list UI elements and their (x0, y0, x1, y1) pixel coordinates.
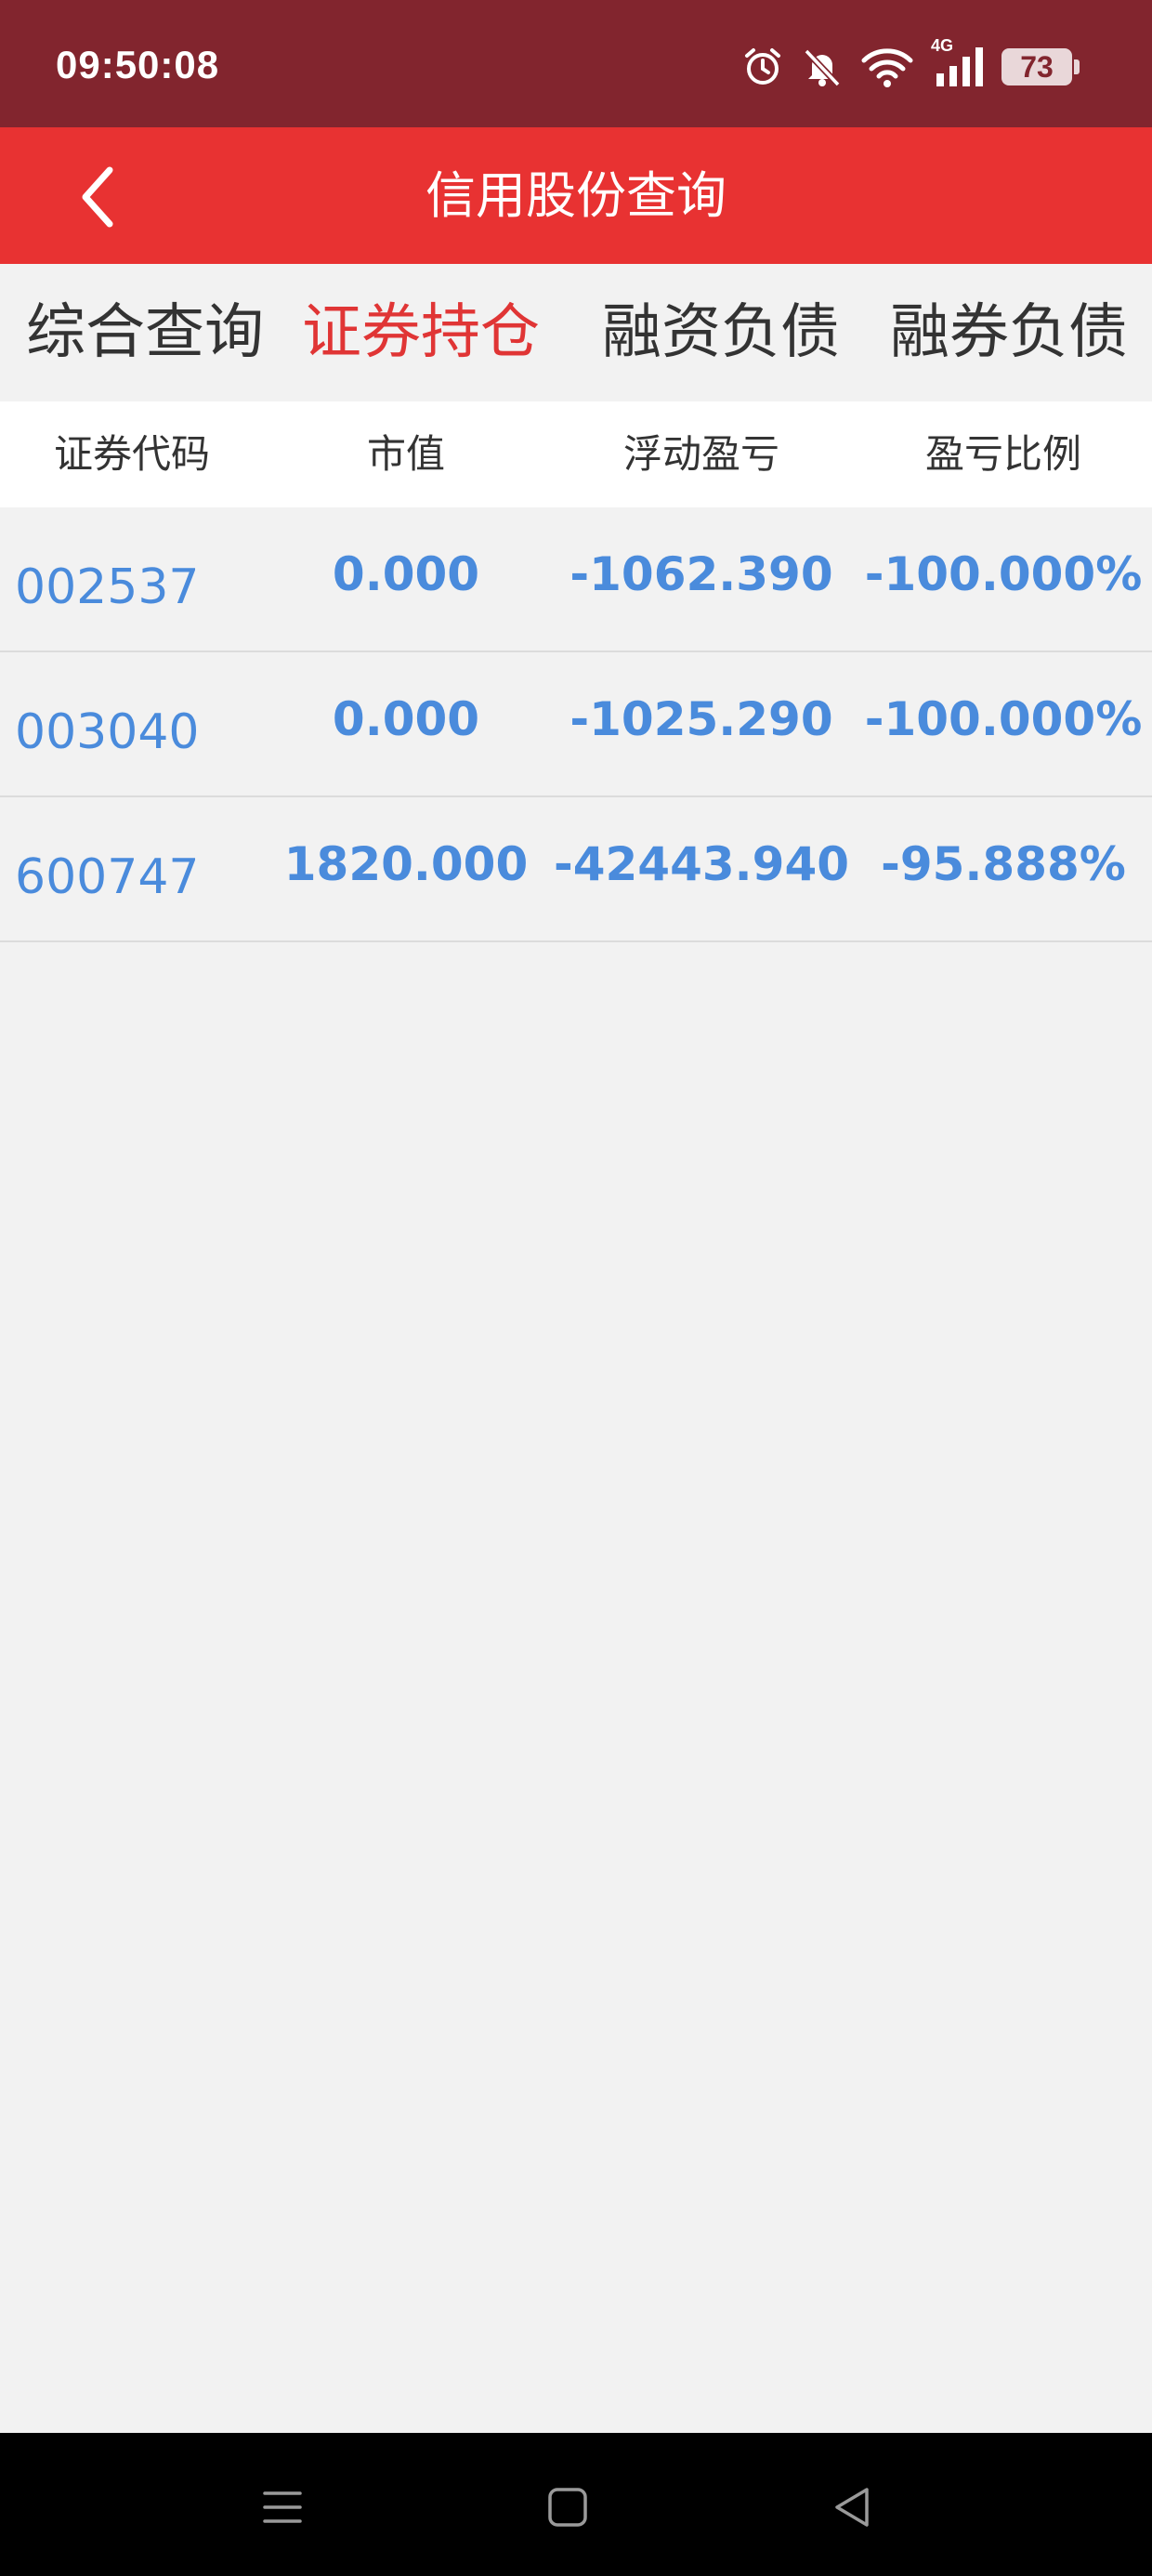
status-time: 09:50:08 (56, 43, 220, 86)
market-value: 0.000 (332, 692, 480, 746)
mute-bell-icon (801, 46, 844, 88)
menu-icon (263, 2491, 302, 2523)
home-icon (548, 2488, 587, 2527)
tab-comprehensive-query[interactable]: 综合查询 (26, 264, 264, 401)
holdings-list: 002537 0.000 -1062.390 -100.000% 003040 … (0, 507, 1152, 942)
pnl-ratio: -95.888% (881, 837, 1126, 891)
pnl-ratio: -100.000% (864, 692, 1143, 746)
battery-level: 73 (1001, 48, 1080, 85)
alarm-icon (741, 46, 784, 88)
column-header-float-pnl: 浮动盈亏 (622, 431, 779, 477)
tab-bar: 综合查询 证券持仓 融资负债 融券负债 (0, 264, 1152, 401)
page-title: 信用股份查询 (425, 166, 727, 225)
network-type: 4G (931, 36, 954, 55)
table-row[interactable]: 600747 1820.000 -42443.940 -95.888% (0, 797, 1152, 942)
security-code: 600747 (15, 849, 200, 905)
back-nav-button[interactable] (816, 2470, 890, 2544)
system-nav-bar (0, 2433, 1152, 2576)
market-value: 0.000 (332, 547, 480, 601)
market-value: 1820.000 (283, 837, 529, 891)
title-bar: 信用股份查询 (0, 127, 1152, 264)
back-button[interactable] (56, 155, 139, 239)
chevron-left-icon (82, 166, 113, 228)
recents-button[interactable] (245, 2470, 320, 2544)
float-pnl: -1025.290 (569, 692, 833, 746)
signal-icon: 4G (931, 36, 985, 88)
tab-securities-lending-debt[interactable]: 融券负债 (890, 264, 1128, 401)
security-code: 002537 (15, 559, 200, 615)
back-triangle-icon (835, 2488, 869, 2527)
table-row[interactable]: 003040 0.000 -1025.290 -100.000% (0, 652, 1152, 797)
wifi-icon (860, 46, 914, 88)
battery-icon: 73 (1001, 48, 1080, 85)
tab-securities-holdings[interactable]: 证券持仓 (302, 264, 540, 401)
column-header-pnl-ratio: 盈亏比例 (924, 431, 1081, 477)
pnl-ratio: -100.000% (864, 547, 1143, 601)
column-header-code: 证券代码 (53, 431, 210, 477)
status-icons: 4G 73 (725, 36, 1080, 93)
table-header: 证券代码 市值 浮动盈亏 盈亏比例 (0, 401, 1152, 507)
status-bar: 09:50:08 4G 73 (0, 0, 1152, 127)
tab-margin-financing-debt[interactable]: 融资负债 (602, 264, 840, 401)
security-code: 003040 (15, 704, 200, 760)
home-button[interactable] (530, 2470, 605, 2544)
float-pnl: -1062.390 (569, 547, 833, 601)
table-row[interactable]: 002537 0.000 -1062.390 -100.000% (0, 507, 1152, 652)
column-header-market-value: 市值 (366, 431, 445, 477)
float-pnl: -42443.940 (553, 837, 850, 891)
